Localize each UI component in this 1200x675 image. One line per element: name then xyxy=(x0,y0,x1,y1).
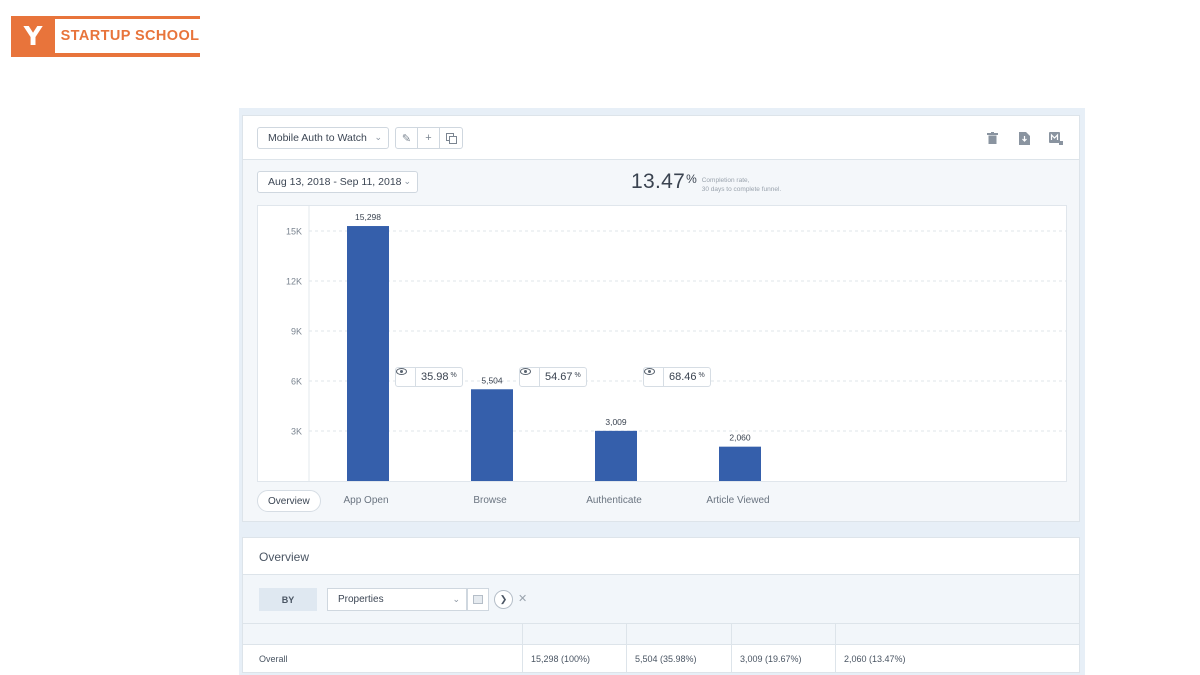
logo-text: STARTUP SCHOOL xyxy=(60,28,200,44)
table-cell: 2,060 (13.47%) xyxy=(835,645,1079,672)
eye-icon xyxy=(396,368,416,386)
tab-step-article-viewed[interactable]: Article Viewed xyxy=(688,495,788,506)
table-cell: 5,504 (35.98%) xyxy=(626,645,731,672)
properties-select[interactable]: Properties ⌄ xyxy=(327,588,467,611)
table-cell: 3,009 (19.67%) xyxy=(731,645,835,672)
logo-letter: Y xyxy=(23,21,43,52)
completion-rate-value: 13.47 xyxy=(631,170,686,193)
funnel-bar xyxy=(347,226,389,481)
by-label: BY xyxy=(259,588,317,611)
completion-rate: 13.47 % Completion rate, 30 days to comp… xyxy=(631,170,781,194)
funnel-bar xyxy=(595,430,637,481)
completion-rate-unit: % xyxy=(686,172,697,186)
conversion-unit: % xyxy=(574,372,581,379)
report-actions xyxy=(985,130,1063,146)
properties-select-value: Properties xyxy=(338,594,384,605)
funnel-select[interactable]: Mobile Auth to Watch ⌄ xyxy=(257,127,389,149)
chevron-right-icon: ❯ xyxy=(499,594,508,604)
funnel-select-value: Mobile Auth to Watch xyxy=(268,132,367,144)
funnel-actions: ✎ + xyxy=(395,127,463,149)
completion-desc-line1: Completion rate, xyxy=(701,177,750,184)
funnel-report-frame: Mobile Auth to Watch ⌄ ✎ + Aug 13, 2018 … xyxy=(239,108,1085,675)
export-icon[interactable] xyxy=(1049,130,1063,146)
eye-icon xyxy=(520,368,540,386)
funnel-bar xyxy=(719,446,761,481)
square-icon xyxy=(473,595,483,604)
tab-step-browse[interactable]: Browse xyxy=(440,495,540,506)
download-icon[interactable] xyxy=(1017,130,1031,146)
conversion-badge[interactable]: 68.46% xyxy=(643,367,711,387)
date-range-select[interactable]: Aug 13, 2018 - Sep 11, 2018 ⌄ xyxy=(257,171,418,193)
logo-text-box: STARTUP SCHOOL xyxy=(55,19,205,53)
funnel-chart-svg: 3K 6K 9K 12K 15K 15,298 5,504 3,009 2,060 xyxy=(286,206,1066,481)
conversion-value: 35.98 xyxy=(421,371,449,383)
conversion-badge[interactable]: 54.67% xyxy=(519,367,587,387)
conversion-value: 54.67 xyxy=(545,371,573,383)
row-label: Overall xyxy=(259,653,288,664)
bar-value-label: 2,060 xyxy=(729,433,751,443)
trash-icon[interactable] xyxy=(985,130,999,146)
chevron-down-icon: ⌄ xyxy=(374,132,382,142)
chevron-down-icon: ⌄ xyxy=(452,594,460,604)
chevron-down-icon: ⌄ xyxy=(403,176,411,186)
funnel-card: Mobile Auth to Watch ⌄ ✎ + Aug 13, 2018 … xyxy=(242,115,1080,522)
bar-value-label: 5,504 xyxy=(481,375,503,385)
funnel-toolbar: Mobile Auth to Watch ⌄ ✎ + xyxy=(243,116,1079,160)
overview-title: Overview xyxy=(259,550,310,564)
conversion-value: 68.46 xyxy=(669,371,697,383)
y-tick-label: 6K xyxy=(291,377,302,387)
funnel-bar xyxy=(471,389,513,481)
tab-step-authenticate[interactable]: Authenticate xyxy=(564,495,664,506)
header-cell xyxy=(626,624,731,644)
header-cell xyxy=(243,624,522,644)
tab-step-app-open[interactable]: App Open xyxy=(316,495,416,506)
completion-rate-description: Completion rate, 30 days to complete fun… xyxy=(702,176,782,194)
header-cell xyxy=(731,624,835,644)
plus-icon[interactable]: + xyxy=(418,128,440,148)
header-cell xyxy=(522,624,626,644)
y-tick-label: 3K xyxy=(291,427,302,437)
eye-icon xyxy=(644,368,664,386)
conversion-unit: % xyxy=(450,372,457,379)
pencil-icon[interactable]: ✎ xyxy=(396,128,418,148)
header-cell xyxy=(835,624,1079,644)
bar-value-label: 15,298 xyxy=(355,212,381,222)
funnel-chart: 3K 6K 9K 12K 15K 15,298 5,504 3,009 2,060 35.98%… xyxy=(257,205,1067,482)
conversion-unit: % xyxy=(698,372,705,379)
bar-value-label: 3,009 xyxy=(605,417,627,427)
apply-breakdown-button[interactable]: ❯ xyxy=(494,590,513,609)
tab-overview[interactable]: Overview xyxy=(257,490,321,512)
duplicate-icon[interactable] xyxy=(440,128,462,148)
funnel-step-tabs: Overview App Open Browse Authenticate Ar… xyxy=(257,490,1067,514)
breakdown-filter-row: BY Properties ⌄ ❯ ✕ xyxy=(243,574,1079,624)
y-tick-label: 15K xyxy=(286,227,302,237)
conversion-badge[interactable]: 35.98% xyxy=(395,367,463,387)
overview-table-header xyxy=(243,624,1079,645)
startup-school-logo: Y STARTUP SCHOOL xyxy=(11,16,205,57)
completion-desc-line2: 30 days to complete funnel. xyxy=(701,186,782,193)
overview-card: Overview BY Properties ⌄ ❯ ✕ Overall 15,… xyxy=(242,537,1080,673)
y-tick-label: 9K xyxy=(291,327,302,337)
y-tick-label: 12K xyxy=(286,277,302,287)
segment-picker-button[interactable] xyxy=(467,588,489,611)
close-icon[interactable]: ✕ xyxy=(518,592,527,605)
table-row[interactable]: Overall 15,298 (100%) 5,504 (35.98%) 3,0… xyxy=(243,645,1079,672)
table-cell: 15,298 (100%) xyxy=(522,645,626,672)
date-range-value: Aug 13, 2018 - Sep 11, 2018 xyxy=(268,176,402,188)
